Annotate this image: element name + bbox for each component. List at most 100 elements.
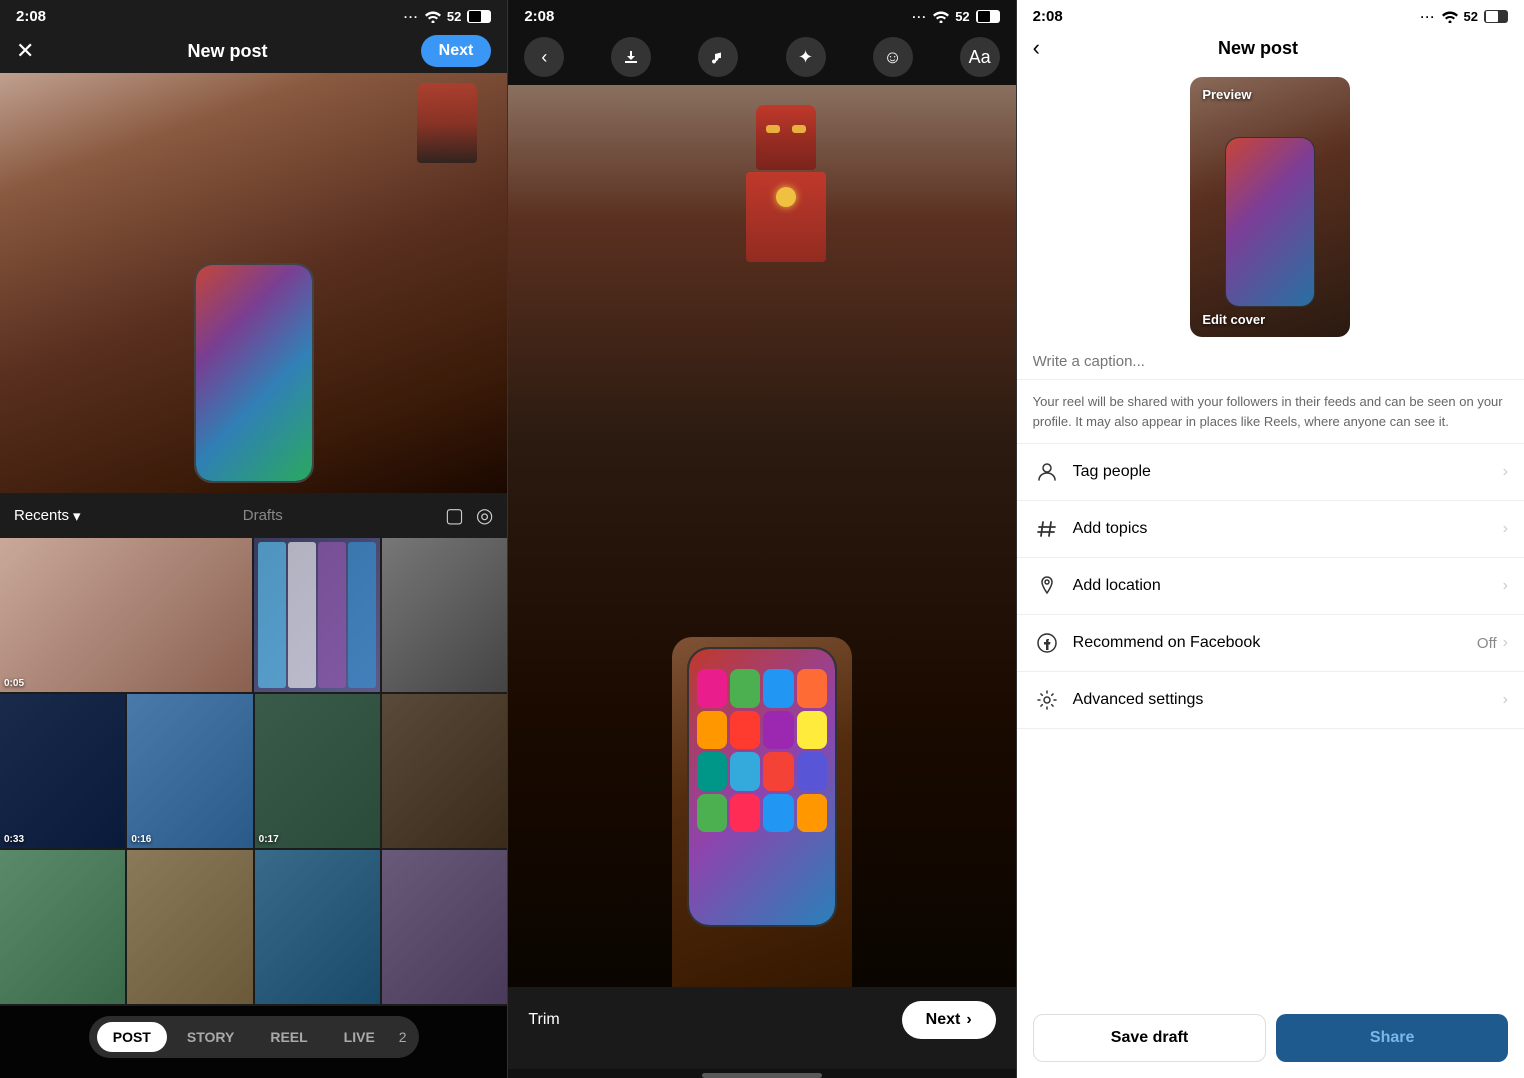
drafts-label[interactable]: Drafts xyxy=(243,507,283,524)
battery-fill-2 xyxy=(978,11,990,22)
home-indicator-2 xyxy=(702,1073,822,1078)
sparkle-button[interactable]: ✦ xyxy=(786,37,826,77)
settings-row-add-topics[interactable]: Add topics › xyxy=(1017,501,1524,558)
settings-row-advanced[interactable]: Advanced settings › xyxy=(1017,672,1524,729)
location-icon xyxy=(1036,575,1058,597)
thumb-11[interactable] xyxy=(382,850,507,1004)
cover-phone-screen xyxy=(1226,138,1314,306)
back-button-editor[interactable]: ‹ xyxy=(524,37,564,77)
thumb-duration-5: 0:16 xyxy=(131,834,151,845)
panel-new-post: 2:08 ··· 52 ✕ New post Next xyxy=(0,0,508,1078)
phone-screen-grid xyxy=(689,649,835,925)
settings-row-tag-people[interactable]: Tag people › xyxy=(1017,444,1524,501)
thumb-8[interactable] xyxy=(0,850,125,1004)
tab-number: 2 xyxy=(395,1022,411,1052)
app-icon-1 xyxy=(697,669,727,708)
info-text-content: Your reel will be shared with your follo… xyxy=(1033,394,1503,429)
share-button[interactable]: Share xyxy=(1276,1014,1508,1062)
tag-people-label: Tag people xyxy=(1073,463,1503,481)
panel-video-editor: 2:08 ··· 52 ‹ ✦ ☺ Aa xyxy=(508,0,1016,1078)
video-background xyxy=(508,85,1015,987)
thumb-7[interactable] xyxy=(382,694,507,848)
text-button[interactable]: Aa xyxy=(960,37,1000,77)
ironman-eyes xyxy=(766,125,806,133)
status-time-3: 2:08 xyxy=(1033,8,1063,25)
preview-image-1 xyxy=(0,73,507,493)
thumb-1[interactable]: 0:05 xyxy=(0,538,252,692)
tab-bar-inner: POST STORY REEL LIVE 2 xyxy=(89,1016,419,1058)
save-draft-button[interactable]: Save draft xyxy=(1033,1014,1267,1062)
ironman-figure-preview xyxy=(417,83,477,163)
cover-container: Preview Edit cover xyxy=(1017,67,1524,341)
phone-device xyxy=(687,647,837,927)
app-icon-14 xyxy=(730,794,760,833)
hashtag-icon xyxy=(1036,518,1058,540)
thumb-6[interactable]: 0:17 xyxy=(255,694,380,848)
tab-reel[interactable]: REEL xyxy=(254,1022,323,1052)
preview-area-1[interactable] xyxy=(0,73,507,493)
thumb-4[interactable]: 0:33 xyxy=(0,694,125,848)
battery-icon-1 xyxy=(467,10,491,23)
editor-bottom-bar: Trim Next › xyxy=(508,987,1015,1069)
ironman-eye-right xyxy=(792,125,806,133)
cover-phone-overlay xyxy=(1225,137,1315,307)
add-location-label: Add location xyxy=(1073,577,1503,595)
facebook-icon xyxy=(1036,632,1058,654)
back-button-share[interactable]: ‹ xyxy=(1033,35,1040,61)
settings-row-add-location[interactable]: Add location › xyxy=(1017,558,1524,615)
thumb-9[interactable] xyxy=(127,850,252,1004)
tab-story[interactable]: STORY xyxy=(171,1022,250,1052)
tab-live[interactable]: LIVE xyxy=(328,1022,391,1052)
tab-bar: POST STORY REEL LIVE 2 xyxy=(0,1006,507,1078)
trim-button[interactable]: Trim xyxy=(528,1011,559,1029)
app-icon-8 xyxy=(797,711,827,750)
download-button[interactable] xyxy=(611,37,651,77)
status-bar-1: 2:08 ··· 52 xyxy=(0,0,507,29)
app-icon-2 xyxy=(730,669,760,708)
thumb-row-3 xyxy=(0,850,507,1004)
page-title-1: New post xyxy=(188,41,268,62)
cover-preview-label: Preview xyxy=(1202,87,1251,102)
person-icon xyxy=(1036,461,1058,483)
recommend-facebook-value: Off xyxy=(1477,635,1497,652)
camera-button[interactable]: ◎ xyxy=(476,503,493,528)
status-right-3: ··· 52 xyxy=(1421,9,1508,24)
battery-icon-2 xyxy=(976,10,1000,23)
caption-input[interactable] xyxy=(1033,353,1508,370)
grid-view-button[interactable]: ▢ xyxy=(445,503,464,528)
music-button[interactable] xyxy=(698,37,738,77)
next-button-editor[interactable]: Next › xyxy=(902,1001,996,1039)
thumb-10[interactable] xyxy=(255,850,380,1004)
cover-edit-label: Edit cover xyxy=(1202,312,1265,327)
thumb-5[interactable]: 0:16 xyxy=(127,694,252,848)
status-right-2: ··· 52 xyxy=(912,9,999,24)
app-icon-13 xyxy=(697,794,727,833)
close-button[interactable]: ✕ xyxy=(16,38,34,64)
settings-row-recommend-facebook[interactable]: Recommend on Facebook Off › xyxy=(1017,615,1524,672)
battery-label-1: 52 xyxy=(447,9,461,24)
thumb-3[interactable] xyxy=(382,538,508,692)
cover-preview[interactable]: Preview Edit cover xyxy=(1190,77,1350,337)
add-topics-chevron: › xyxy=(1503,520,1508,538)
recents-dropdown[interactable]: Recents ▾ xyxy=(14,507,81,525)
thumb-2[interactable] xyxy=(254,538,380,692)
app-icon-5 xyxy=(697,711,727,750)
info-text: Your reel will be shared with your follo… xyxy=(1017,380,1524,444)
ironman-body xyxy=(746,172,826,262)
caption-area[interactable] xyxy=(1017,341,1524,380)
battery-label-2: 52 xyxy=(955,9,969,24)
action-buttons: Save draft Share xyxy=(1017,998,1524,1078)
tag-people-icon xyxy=(1033,458,1061,486)
next-button-1[interactable]: Next xyxy=(421,35,492,67)
video-area[interactable] xyxy=(508,85,1015,987)
app-icon-11 xyxy=(763,752,793,791)
page-title-3: New post xyxy=(1218,38,1298,59)
tab-post[interactable]: POST xyxy=(97,1022,167,1052)
thumb-row-2: 0:33 0:16 0:17 xyxy=(0,694,507,848)
recommend-facebook-label: Recommend on Facebook xyxy=(1073,634,1477,652)
thumb-duration-4: 0:33 xyxy=(4,834,24,845)
ironman-figure xyxy=(726,105,846,265)
emoji-button[interactable]: ☺ xyxy=(873,37,913,77)
download-icon xyxy=(622,48,640,66)
status-bar-3: 2:08 ··· 52 xyxy=(1017,0,1524,29)
